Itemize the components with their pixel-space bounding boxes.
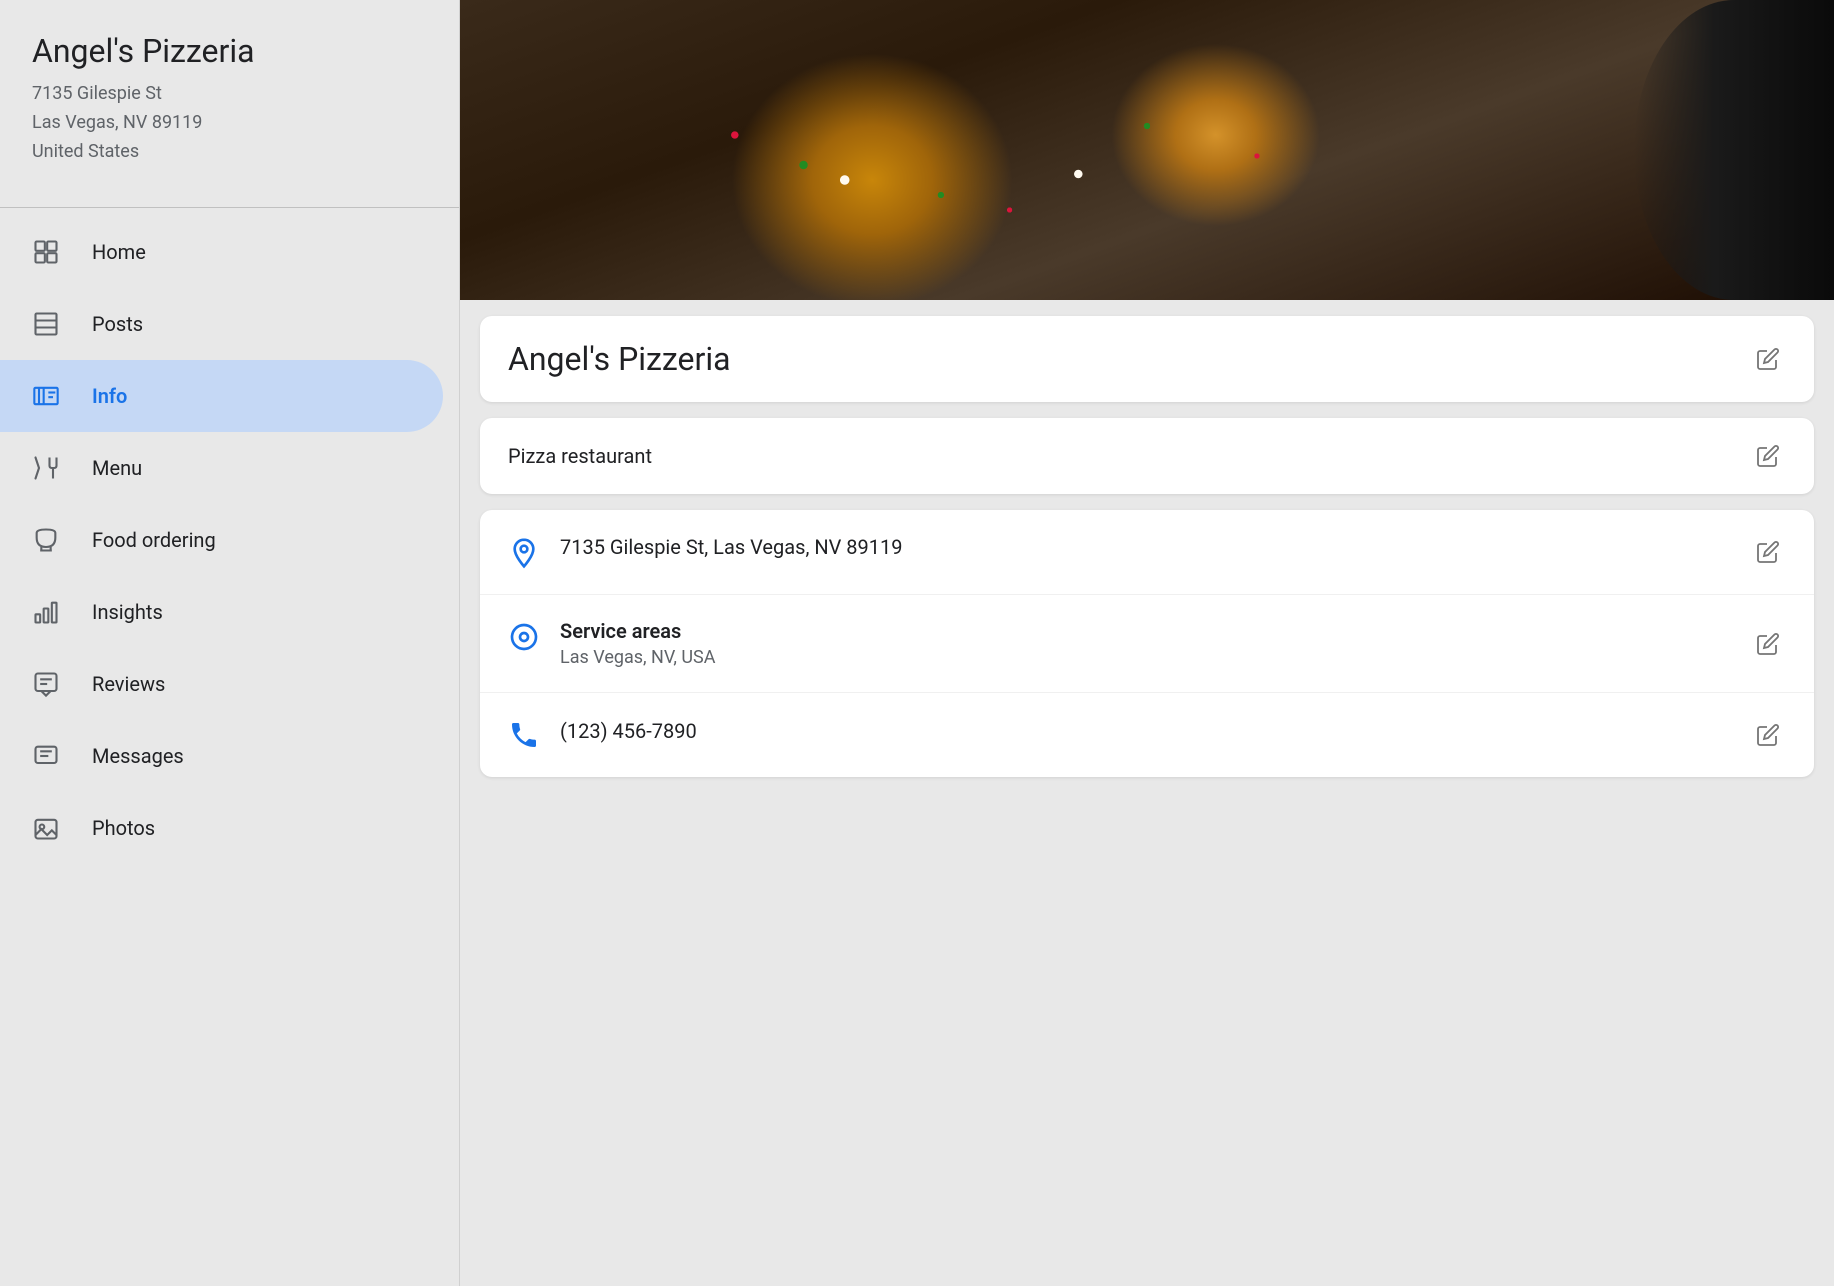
sidebar-item-reviews[interactable]: Reviews [0, 648, 443, 720]
sidebar-item-home-label: Home [92, 240, 146, 264]
service-area-icon [508, 621, 540, 653]
sidebar-item-photos[interactable]: Photos [0, 792, 443, 864]
sidebar-business-name: Angel's Pizzeria [32, 32, 427, 70]
sidebar-item-menu-label: Menu [92, 456, 142, 480]
edit-business-name-button[interactable] [1750, 341, 1786, 377]
service-areas-value: Las Vegas, NV, USA [560, 647, 716, 668]
sidebar-address-line1: 7135 Gilespie St [32, 83, 162, 104]
pizza-toppings [460, 0, 1834, 300]
food-ordering-icon [28, 522, 64, 558]
service-areas-label: Service areas [560, 619, 716, 643]
posts-icon [28, 306, 64, 342]
phone-row: (123) 456-7890 [480, 693, 1814, 777]
info-icon [28, 378, 64, 414]
sidebar-item-home[interactable]: Home [0, 216, 443, 288]
sidebar-address-line2: Las Vegas, NV 89119 [32, 112, 202, 133]
service-areas-left: Service areas Las Vegas, NV, USA [508, 619, 1750, 668]
sidebar-item-menu[interactable]: Menu [0, 432, 443, 504]
dark-cylinder [1634, 0, 1834, 300]
location-pin-icon [508, 537, 540, 569]
sidebar-item-food-ordering-label: Food ordering [92, 528, 216, 552]
edit-phone-button[interactable] [1750, 717, 1786, 753]
sidebar-address-line3: United States [32, 141, 139, 162]
sidebar-header: Angel's Pizzeria 7135 Gilespie St Las Ve… [0, 32, 459, 199]
category-card: Pizza restaurant [480, 418, 1814, 494]
messages-icon [28, 738, 64, 774]
service-areas-row: Service areas Las Vegas, NV, USA [480, 595, 1814, 693]
hero-image [460, 0, 1834, 300]
phone-left: (123) 456-7890 [508, 719, 1750, 751]
reviews-icon [28, 666, 64, 702]
sidebar: Angel's Pizzeria 7135 Gilespie St Las Ve… [0, 0, 460, 1286]
sidebar-item-insights[interactable]: Insights [0, 576, 443, 648]
edit-service-areas-button[interactable] [1750, 626, 1786, 662]
sidebar-item-messages[interactable]: Messages [0, 720, 443, 792]
service-areas-text-block: Service areas Las Vegas, NV, USA [560, 619, 716, 668]
home-icon [28, 234, 64, 270]
sidebar-address: 7135 Gilespie St Las Vegas, NV 89119 Uni… [32, 80, 427, 166]
sidebar-item-info[interactable]: Info [0, 360, 443, 432]
sidebar-item-insights-label: Insights [92, 600, 163, 624]
business-name-text: Angel's Pizzeria [508, 340, 731, 378]
menu-icon [28, 450, 64, 486]
sidebar-divider [0, 207, 459, 208]
phone-icon [508, 719, 540, 751]
sidebar-item-info-label: Info [92, 384, 127, 408]
pizza-scene-bg [460, 0, 1834, 300]
insights-icon [28, 594, 64, 630]
edit-category-button[interactable] [1750, 438, 1786, 474]
address-text: 7135 Gilespie St, Las Vegas, NV 89119 [560, 535, 903, 559]
category-text: Pizza restaurant [508, 444, 652, 468]
sidebar-item-reviews-label: Reviews [92, 672, 165, 696]
business-name-row: Angel's Pizzeria [508, 340, 1786, 378]
contact-info-card: 7135 Gilespie St, Las Vegas, NV 89119 [480, 510, 1814, 777]
address-row: 7135 Gilespie St, Las Vegas, NV 89119 [480, 510, 1814, 595]
photos-icon [28, 810, 64, 846]
sidebar-item-food-ordering[interactable]: Food ordering [0, 504, 443, 576]
business-name-card: Angel's Pizzeria [480, 316, 1814, 402]
sidebar-item-posts-label: Posts [92, 312, 143, 336]
main-content: Angel's Pizzeria Pizza restaurant [460, 0, 1834, 1286]
phone-text: (123) 456-7890 [560, 719, 697, 743]
edit-address-button[interactable] [1750, 534, 1786, 570]
cards-container: Angel's Pizzeria Pizza restaurant [460, 300, 1834, 793]
sidebar-item-posts[interactable]: Posts [0, 288, 443, 360]
address-left: 7135 Gilespie St, Las Vegas, NV 89119 [508, 535, 1750, 569]
sidebar-item-messages-label: Messages [92, 744, 184, 768]
sidebar-item-photos-label: Photos [92, 816, 155, 840]
